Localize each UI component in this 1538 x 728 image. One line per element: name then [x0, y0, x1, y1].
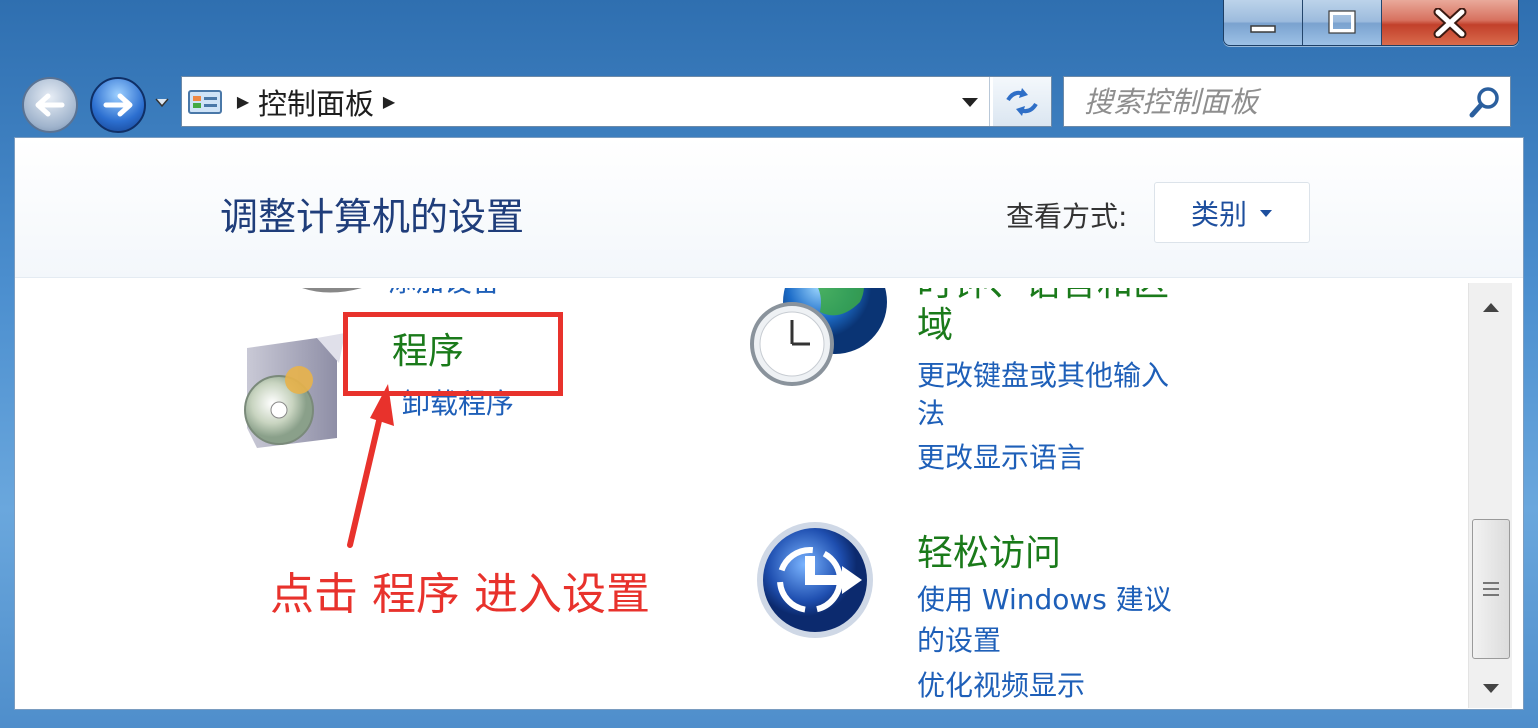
clock-link-change-keyboard-cont[interactable]: 法 — [917, 394, 945, 434]
ease-link-windows-suggest-cont[interactable]: 的设置 — [917, 621, 1001, 661]
clock-title-link-line2[interactable]: 域 — [917, 304, 953, 348]
category-list: 添加设备 程序 卸载程序 — [15, 288, 1467, 709]
forward-button[interactable] — [90, 77, 146, 133]
maximize-icon — [1328, 9, 1356, 34]
address-dropdown-button[interactable] — [950, 77, 990, 126]
hardware-link-add-device[interactable]: 添加设备 — [388, 288, 500, 302]
ease-link-optimize-display[interactable]: 优化视频显示 — [917, 666, 1085, 706]
grip-icon — [1483, 582, 1499, 596]
view-by-value: 类别 — [1190, 197, 1247, 231]
clock-title-link-line1[interactable]: 时钟、语言和区 — [917, 288, 1169, 306]
back-button[interactable] — [22, 77, 78, 133]
minimize-icon — [1250, 24, 1276, 33]
chevron-down-icon — [961, 97, 978, 107]
view-by-select[interactable]: 类别 — [1154, 182, 1310, 243]
scroll-thumb[interactable] — [1472, 519, 1510, 659]
close-icon — [1433, 7, 1467, 38]
search-input[interactable] — [1064, 77, 1460, 126]
clock-globe-icon[interactable] — [750, 288, 890, 392]
window-frame: ▶ 控制面板 ▶ 调整计算机的设置 查看方式: 类别 — [0, 0, 1538, 728]
control-panel-icon — [182, 77, 228, 126]
hardware-icon — [302, 288, 362, 293]
back-arrow-icon — [35, 93, 65, 117]
ease-of-access-icon[interactable] — [750, 520, 890, 640]
refresh-button[interactable] — [993, 77, 1051, 126]
page-title: 调整计算机的设置 — [220, 195, 525, 239]
breadcrumb-control-panel[interactable]: 控制面板 — [258, 81, 374, 123]
search-icon[interactable] — [1460, 77, 1510, 126]
ease-of-access-title-link[interactable]: 轻松访问 — [917, 532, 1061, 576]
content-pane: 调整计算机的设置 查看方式: 类别 添加设备 — [14, 137, 1524, 710]
scroll-up-button[interactable] — [1469, 287, 1513, 327]
refresh-icon — [1006, 87, 1038, 116]
scroll-up-icon — [1483, 303, 1499, 312]
breadcrumb-separator-end[interactable]: ▶ — [374, 92, 404, 111]
clock-link-change-display-language[interactable]: 更改显示语言 — [917, 438, 1085, 478]
annotation-text: 点击 程序 进入设置 — [270, 569, 650, 620]
minimize-button[interactable] — [1224, 0, 1303, 45]
ease-link-windows-suggest[interactable]: 使用 Windows 建议 — [917, 580, 1172, 620]
recent-pages-dropdown[interactable] — [152, 93, 172, 113]
search-box[interactable] — [1063, 76, 1511, 127]
breadcrumb-separator[interactable]: ▶ — [228, 92, 258, 111]
view-by-label: 查看方式: — [1006, 200, 1128, 233]
address-bar[interactable]: ▶ 控制面板 ▶ — [181, 76, 1052, 127]
close-button[interactable] — [1382, 0, 1518, 45]
caption-buttons — [1223, 0, 1519, 46]
scroll-down-button[interactable] — [1469, 668, 1513, 708]
forward-arrow-icon — [103, 93, 133, 117]
vertical-scrollbar[interactable] — [1468, 283, 1512, 708]
clock-link-change-keyboard[interactable]: 更改键盘或其他输入 — [917, 356, 1169, 396]
chevron-down-icon — [1260, 209, 1272, 217]
annotation-arrow-icon — [347, 384, 394, 548]
scroll-down-icon — [1483, 684, 1499, 693]
header-band: 调整计算机的设置 查看方式: 类别 — [15, 138, 1523, 278]
maximize-button[interactable] — [1303, 0, 1382, 45]
chevron-down-icon — [155, 98, 169, 108]
